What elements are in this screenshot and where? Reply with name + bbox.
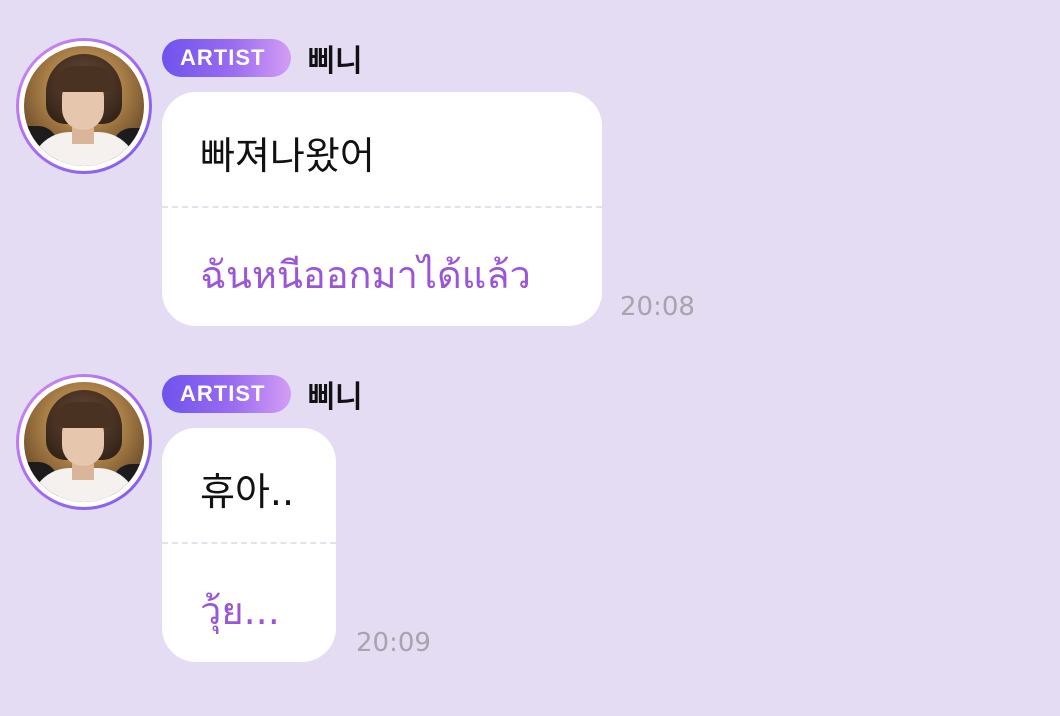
- message-bubble[interactable]: 빠져나왔어 ฉันหนีออกมาได้แล้ว: [162, 92, 602, 326]
- sender-name: 삐니: [307, 380, 363, 415]
- profile-photo: [24, 46, 144, 166]
- original-text: 빠져나왔어: [200, 134, 375, 178]
- artist-badge: ARTIST: [162, 375, 292, 413]
- artist-badge: ARTIST: [162, 39, 292, 77]
- sender-name: 삐니: [307, 44, 363, 79]
- divider: [162, 206, 602, 208]
- timestamp: 20:09: [356, 628, 431, 658]
- original-text: 휴아..: [200, 470, 295, 514]
- divider: [162, 542, 336, 544]
- translated-text: ฉันหนีออกมาได้แล้ว: [200, 253, 531, 297]
- timestamp: 20:08: [620, 292, 695, 322]
- message-header: ARTIST 삐니: [162, 374, 363, 415]
- avatar[interactable]: [16, 374, 152, 510]
- message-bubble[interactable]: 휴아.. วุ้ย...: [162, 428, 336, 662]
- message-header: ARTIST 삐니: [162, 38, 363, 79]
- avatar[interactable]: [16, 38, 152, 174]
- translated-text: วุ้ย...: [200, 589, 280, 633]
- profile-photo: [24, 382, 144, 502]
